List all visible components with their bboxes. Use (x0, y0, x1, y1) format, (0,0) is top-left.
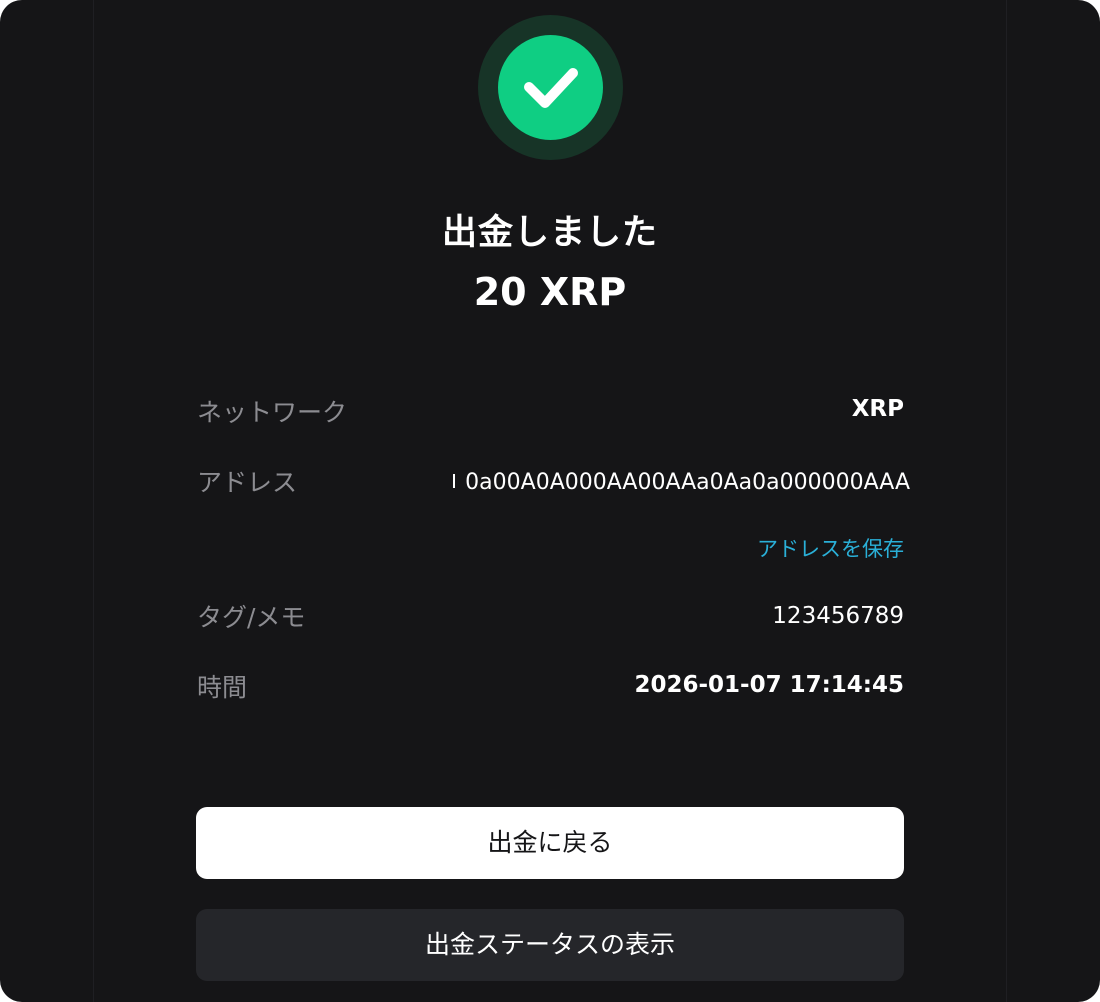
right-divider (1006, 0, 1007, 1002)
time-label: 時間 (197, 673, 248, 702)
network-label: ネットワーク (197, 398, 348, 427)
address-marker (453, 474, 456, 488)
success-circle (498, 35, 603, 140)
tag-memo-label: タグ/メモ (197, 603, 306, 632)
tag-memo-value: 123456789 (772, 603, 904, 629)
page-title: 出金しました (441, 213, 658, 253)
left-divider (93, 0, 94, 1002)
check-icon (524, 68, 578, 108)
withdrawal-success-panel: 出金しました 20 XRP ネットワーク XRP アドレス 0a00A0A000… (0, 0, 1100, 1002)
success-badge (478, 15, 623, 160)
view-withdrawal-status-button[interactable]: 出金ステータスの表示 (196, 909, 904, 981)
address-label: アドレス (197, 468, 298, 497)
network-value: XRP (851, 396, 904, 422)
save-address-link[interactable]: アドレスを保存 (757, 533, 904, 563)
back-to-withdrawal-button[interactable]: 出金に戻る (196, 807, 904, 879)
address-value-row: 0a00A0A000AA00AAa0Aa0a000000AAA (453, 470, 910, 495)
withdrawal-amount: 20 XRP (473, 270, 627, 314)
time-value: 2026-01-07 17:14:45 (634, 672, 904, 698)
address-value: 0a00A0A000AA00AAa0Aa0a000000AAA (465, 470, 910, 495)
